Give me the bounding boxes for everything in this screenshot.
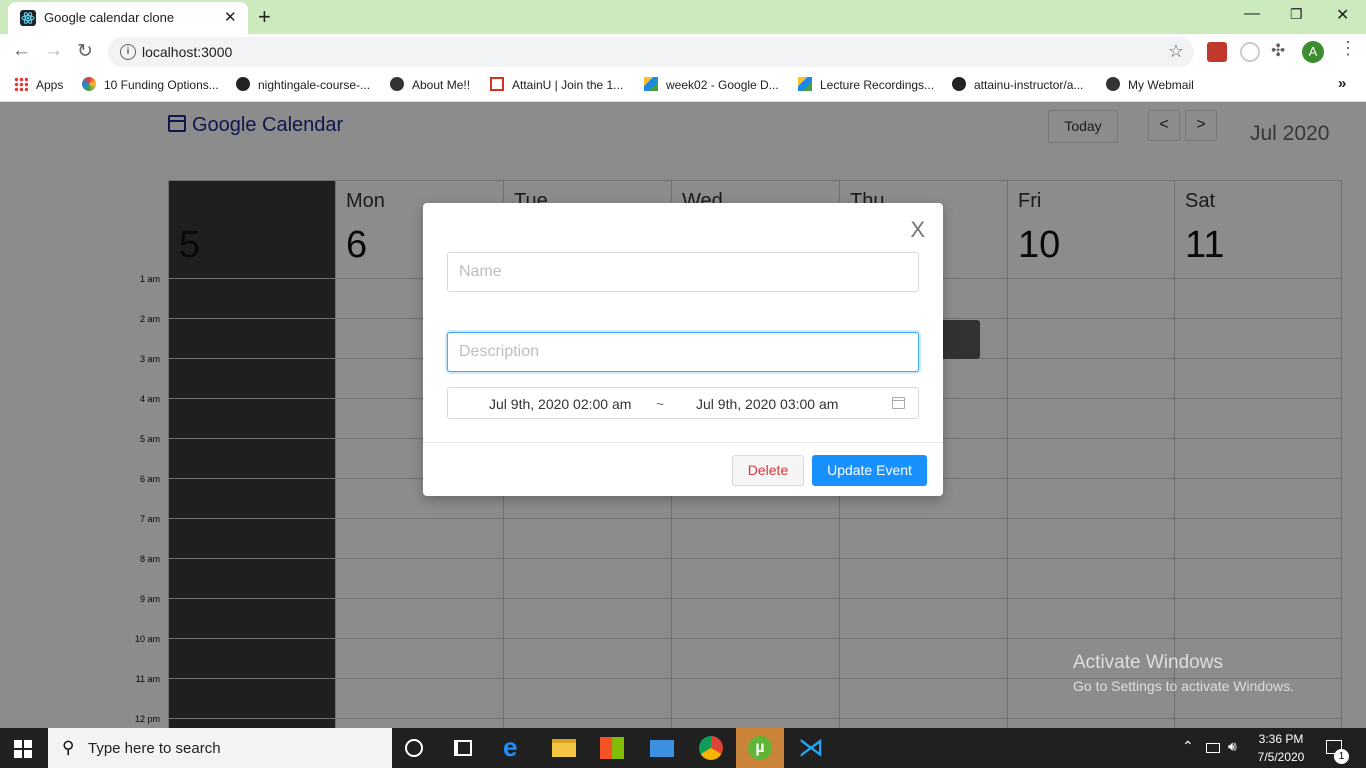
taskbar-search[interactable]: ⚲ Type here to search bbox=[48, 728, 392, 768]
bookmark-label: attainu-instructor/a... bbox=[974, 78, 1084, 92]
bookmark-attainu-instructor[interactable]: attainu-instructor/a... bbox=[952, 77, 1083, 92]
gmail-icon bbox=[490, 77, 504, 91]
browser-toolbar: ← → ↻ i localhost:3000 ☆ ✣ A ⋮ bbox=[0, 34, 1366, 70]
restore-icon[interactable]: ❐ bbox=[1290, 6, 1303, 23]
forward-icon[interactable]: → bbox=[44, 40, 63, 62]
utorrent-icon: µ bbox=[748, 736, 772, 760]
bookmarks-bar: Apps 10 Funding Options... nightingale-c… bbox=[0, 70, 1366, 102]
name-field[interactable] bbox=[447, 252, 919, 292]
browser-tab-strip: Google calendar clone ✕ + — ❐ ✕ bbox=[0, 0, 1366, 34]
reload-icon[interactable]: ↻ bbox=[77, 40, 93, 63]
update-event-button[interactable]: Update Event bbox=[812, 455, 927, 486]
extension-red-icon[interactable] bbox=[1207, 42, 1227, 62]
browser-tab[interactable]: Google calendar clone ✕ bbox=[8, 2, 248, 34]
chrome-icon[interactable] bbox=[699, 736, 723, 760]
bookmark-star-icon[interactable]: ☆ bbox=[1168, 41, 1184, 62]
bookmark-label: AttainU | Join the 1... bbox=[512, 78, 624, 92]
globe-icon bbox=[1106, 77, 1120, 91]
delete-button[interactable]: Delete bbox=[732, 455, 804, 486]
bookmark-about-me[interactable]: About Me!! bbox=[390, 77, 470, 92]
utorrent-taskbar-button[interactable]: µ bbox=[736, 728, 784, 768]
bookmark-label: 10 Funding Options... bbox=[104, 78, 219, 92]
bookmark-label: nightingale-course-... bbox=[258, 78, 371, 92]
minimize-icon[interactable]: — bbox=[1244, 5, 1260, 23]
globe-icon bbox=[390, 77, 404, 91]
activate-windows-watermark: Activate Windows Go to Settings to activ… bbox=[1073, 652, 1294, 694]
bookmark-label: Apps bbox=[36, 78, 64, 92]
windows-taskbar: ⚲ Type here to search e µ ⋊ ⌃ 🔊︎ 3:36 PM… bbox=[0, 728, 1366, 768]
modal-footer-divider bbox=[423, 442, 943, 443]
react-favicon-icon bbox=[20, 10, 36, 26]
taskbar-search-text: Type here to search bbox=[88, 740, 221, 757]
tab-close-icon[interactable]: ✕ bbox=[224, 8, 237, 26]
watermark-title: Activate Windows bbox=[1073, 652, 1223, 673]
microsoft-store-icon[interactable] bbox=[600, 737, 624, 759]
apps-grid-icon bbox=[14, 77, 28, 91]
volume-icon[interactable]: 🔊︎ bbox=[1228, 738, 1237, 755]
extensions-puzzle-icon[interactable]: ✣ bbox=[1271, 41, 1291, 61]
bookmark-webmail[interactable]: My Webmail bbox=[1106, 77, 1194, 92]
bookmark-lecture-recordings[interactable]: Lecture Recordings... bbox=[798, 77, 934, 92]
google-drive-icon bbox=[644, 77, 658, 91]
battery-icon[interactable] bbox=[1206, 743, 1220, 753]
new-tab-button[interactable]: + bbox=[258, 4, 271, 30]
bookmark-nightingale[interactable]: nightingale-course-... bbox=[236, 77, 370, 92]
bookmark-funding[interactable]: 10 Funding Options... bbox=[82, 77, 219, 92]
github-icon bbox=[236, 77, 250, 91]
file-explorer-icon[interactable] bbox=[552, 739, 576, 757]
url-text: localhost:3000 bbox=[142, 44, 233, 60]
start-datetime[interactable]: Jul 9th, 2020 02:00 am bbox=[489, 396, 631, 412]
google-drive-icon bbox=[798, 77, 812, 91]
bookmark-attainu[interactable]: AttainU | Join the 1... bbox=[490, 77, 623, 92]
task-view-icon[interactable] bbox=[454, 740, 472, 756]
calendar-icon[interactable] bbox=[892, 397, 905, 409]
modal-close-icon[interactable]: X bbox=[910, 217, 925, 243]
bookmark-label: week02 - Google D... bbox=[666, 78, 779, 92]
clock-date[interactable]: 7/5/2020 bbox=[1246, 750, 1316, 764]
clock-time[interactable]: 3:36 PM bbox=[1246, 732, 1316, 746]
edge-browser-icon[interactable]: e bbox=[503, 732, 527, 762]
notification-count-badge: 1 bbox=[1334, 749, 1349, 764]
address-bar[interactable]: i localhost:3000 ☆ bbox=[108, 37, 1194, 67]
search-icon: ⚲ bbox=[62, 738, 75, 757]
show-hidden-icons-chevron-icon[interactable]: ⌃ bbox=[1182, 738, 1194, 755]
watermark-subtitle: Go to Settings to activate Windows. bbox=[1073, 678, 1294, 694]
edit-event-modal: X Jul 9th, 2020 02:00 am ~ Jul 9th, 2020… bbox=[423, 203, 943, 496]
extension-circle-icon[interactable] bbox=[1240, 42, 1260, 62]
window-close-icon[interactable]: ✕ bbox=[1336, 5, 1349, 25]
back-icon[interactable]: ← bbox=[12, 40, 31, 62]
name-input[interactable] bbox=[448, 253, 918, 291]
more-bookmarks-icon[interactable]: » bbox=[1338, 75, 1346, 92]
tab-title: Google calendar clone bbox=[44, 10, 175, 25]
bookmark-apps[interactable]: Apps bbox=[14, 77, 63, 92]
windows-start-icon[interactable] bbox=[14, 740, 32, 758]
end-datetime[interactable]: Jul 9th, 2020 03:00 am bbox=[696, 396, 838, 412]
date-range-picker[interactable]: Jul 9th, 2020 02:00 am ~ Jul 9th, 2020 0… bbox=[447, 387, 919, 419]
browser-menu-icon[interactable]: ⋮ bbox=[1339, 38, 1359, 58]
bookmark-label: Lecture Recordings... bbox=[820, 78, 935, 92]
mail-icon[interactable] bbox=[650, 740, 674, 757]
vscode-icon[interactable]: ⋊ bbox=[798, 732, 824, 762]
github-icon bbox=[952, 77, 966, 91]
description-input[interactable] bbox=[448, 333, 918, 371]
range-separator: ~ bbox=[656, 396, 665, 412]
cortana-icon[interactable] bbox=[405, 739, 423, 757]
profile-avatar[interactable]: A bbox=[1302, 41, 1324, 63]
site-info-icon[interactable]: i bbox=[120, 44, 136, 60]
bookmark-label: About Me!! bbox=[412, 78, 471, 92]
description-field[interactable] bbox=[447, 332, 919, 372]
bookmark-label: My Webmail bbox=[1128, 78, 1194, 92]
bookmark-week02[interactable]: week02 - Google D... bbox=[644, 77, 779, 92]
colorful-favicon-icon bbox=[82, 77, 96, 91]
